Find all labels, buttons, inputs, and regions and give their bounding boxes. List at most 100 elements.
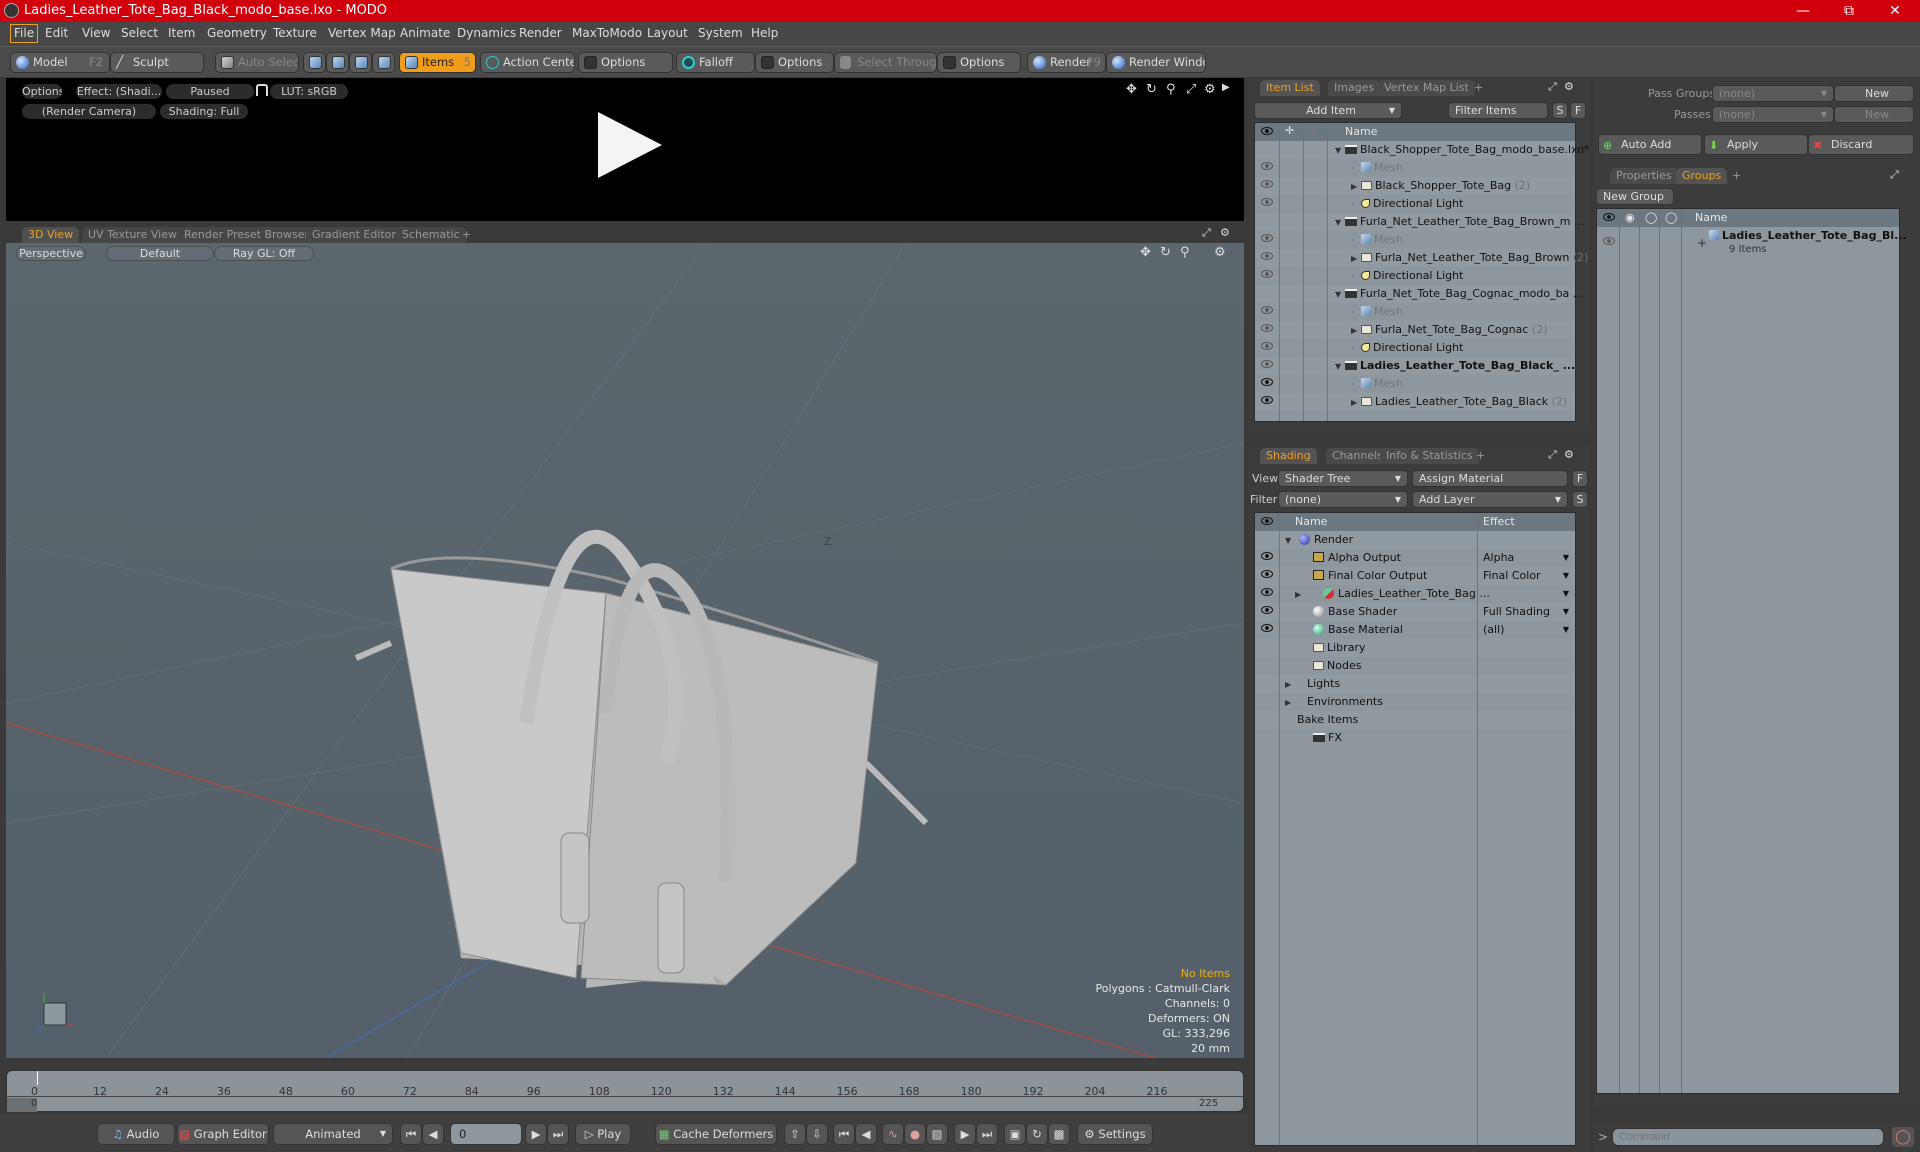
visibility-eye-icon[interactable] — [1261, 624, 1273, 632]
tab-images[interactable]: Images — [1328, 80, 1381, 96]
visibility-eye-icon[interactable] — [1603, 237, 1615, 245]
expand-arrow-icon[interactable]: ▶ — [1351, 254, 1361, 263]
menu-maxtomodo[interactable]: MaxToModo — [572, 26, 642, 40]
shader-row[interactable]: Nodes — [1255, 657, 1575, 675]
step-back-button[interactable]: ◀ — [855, 1123, 877, 1145]
effect-value[interactable]: (all) — [1483, 623, 1504, 636]
minimize-button[interactable]: — — [1780, 0, 1826, 22]
record-button[interactable]: ● — [904, 1123, 926, 1145]
render-button[interactable]: Render F9 — [1027, 52, 1106, 73]
menu-edit[interactable]: Edit — [45, 26, 68, 40]
expand-arrow-icon[interactable]: ▶ — [1285, 680, 1295, 689]
menu-help[interactable]: Help — [751, 26, 778, 40]
render-options-button[interactable]: Options — [22, 84, 62, 99]
group-row[interactable]: + Ladies_Leather_Tote_Bag_Bl... 9 Items — [1597, 227, 1907, 259]
items-mode-button[interactable]: Items 5 — [399, 52, 476, 73]
shader-row[interactable]: ▶ Ladies_Leather_Tote_Bag ... ▼ — [1255, 585, 1575, 603]
tab-properties[interactable]: Properties — [1610, 168, 1678, 184]
step-forward-button[interactable]: ▶ — [954, 1123, 976, 1145]
chevron-down-icon[interactable]: ▼ — [1563, 589, 1569, 598]
menu-texture[interactable]: Texture — [273, 26, 317, 40]
menu-dynamics[interactable]: Dynamics — [457, 26, 516, 40]
restore-button[interactable]: ⧉ — [1826, 0, 1872, 22]
maximize-icon[interactable]: ⤢ — [1548, 448, 1557, 462]
menu-select[interactable]: Select — [121, 26, 158, 40]
action-center-button[interactable]: Action Center — [480, 52, 575, 73]
auto-select-button[interactable]: Auto Select — [215, 52, 299, 73]
menu-view[interactable]: View — [82, 26, 110, 40]
expand-arrow-icon[interactable]: ▶ — [1351, 182, 1361, 191]
item-row[interactable]: ▼ Black_Shopper_Tote_Bag_modo_base.lxo* — [1255, 141, 1589, 159]
prev-key-button[interactable]: ◀ — [422, 1123, 444, 1145]
render-pause-button[interactable]: Paused — [166, 84, 254, 99]
prev-keyframe-button[interactable]: ⏮ — [833, 1123, 855, 1145]
3d-viewport[interactable]: Perspective Default Ray GL: Off ✥ ↻ ⚲ ⚙ — [6, 243, 1244, 1058]
settings-button[interactable]: ⚙ Settings — [1077, 1123, 1153, 1145]
effect-value[interactable]: Full Shading — [1483, 605, 1550, 618]
s-button[interactable]: S — [1572, 491, 1588, 508]
groups-list[interactable]: ◉ ◯ ◯ Name + Ladies_Leather_Tote_Bag_Bl.… — [1596, 208, 1907, 1094]
record-macro-button[interactable]: ◯ — [1892, 1127, 1914, 1147]
visibility-eye-icon[interactable] — [1261, 162, 1273, 170]
visibility-eye-icon[interactable] — [1261, 378, 1273, 386]
lock-icon[interactable] — [256, 84, 268, 96]
item-row[interactable]: · Directional Light — [1255, 339, 1575, 357]
expand-arrow-icon[interactable]: ▶ — [1285, 698, 1295, 707]
expand-arrow-icon[interactable]: ▶ — [1351, 326, 1361, 335]
add-item-dropdown[interactable]: Add Item ▼ — [1254, 102, 1402, 119]
effect-value[interactable]: Final Color — [1483, 569, 1541, 582]
visibility-eye-icon[interactable] — [1261, 234, 1273, 242]
render-window-button[interactable]: Render Window — [1106, 52, 1206, 73]
play-button[interactable]: ▷ Play — [575, 1123, 631, 1145]
polygons-mode-button[interactable] — [349, 52, 372, 73]
expand-arrow-icon[interactable]: ▶ — [1295, 590, 1305, 599]
menu-render[interactable]: Render — [519, 26, 562, 40]
last-frame-button[interactable]: ⏭ — [547, 1123, 569, 1145]
tab-uv-texture-view[interactable]: UV Texture View — [82, 227, 183, 243]
first-frame-button[interactable]: ⏮ — [400, 1123, 422, 1145]
add-layer-dropdown[interactable]: Add Layer ▼ — [1412, 491, 1568, 508]
item-row[interactable]: ▶ Furla_Net_Tote_Bag_Cognac (2) — [1255, 321, 1575, 339]
item-row[interactable]: · Directional Light — [1255, 195, 1575, 213]
assign-material-button[interactable]: Assign Material — [1412, 470, 1568, 487]
collapse-arrow-icon[interactable]: ▼ — [1335, 146, 1345, 155]
tab-groups[interactable]: Groups — [1676, 168, 1728, 184]
shader-row[interactable]: Alpha Output Alpha ▼ — [1255, 549, 1575, 567]
collapse-arrow-icon[interactable]: ▼ — [1335, 362, 1345, 371]
render-effect-dropdown[interactable]: Effect: (Shadi... — [76, 84, 162, 99]
visibility-eye-icon[interactable] — [1261, 198, 1273, 206]
collapse-arrow-icon[interactable]: ▼ — [1335, 218, 1345, 227]
close-button[interactable]: ✕ — [1872, 0, 1918, 22]
maximize-icon[interactable]: ⤢ — [1548, 80, 1557, 94]
discard-button[interactable]: ✖ Discard — [1808, 134, 1914, 155]
filter-items-input[interactable]: Filter Items — [1448, 102, 1548, 119]
apply-button[interactable]: ⬇ Apply — [1704, 134, 1808, 155]
collapse-arrow-icon[interactable]: ▼ — [1335, 290, 1345, 299]
move-view-icon[interactable]: ✥ — [1126, 82, 1137, 97]
select-through-options-button[interactable]: Options — [937, 52, 1021, 73]
auto-key-button[interactable]: ∿ — [882, 1123, 904, 1145]
add-tab-button[interactable]: + — [1470, 448, 1491, 464]
shader-row[interactable]: ▶ Lights — [1255, 675, 1575, 693]
shader-row[interactable]: Base Material (all) ▼ — [1255, 621, 1575, 639]
key-down-button[interactable]: ⇩ — [806, 1123, 828, 1145]
visibility-eye-icon[interactable] — [1261, 396, 1273, 404]
item-row[interactable]: · Directional Light — [1255, 267, 1575, 285]
visibility-eye-icon[interactable] — [1261, 324, 1273, 332]
pass-groups-dropdown[interactable]: (none) ▼ — [1712, 85, 1834, 102]
item-row[interactable]: · Mesh — [1255, 375, 1575, 393]
menu-vertex-map[interactable]: Vertex Map — [328, 26, 396, 40]
maximize-icon[interactable]: ⤢ — [1202, 226, 1211, 240]
cache-deformers-button[interactable]: ▦ Cache Deformers — [655, 1123, 777, 1145]
model-mode-button[interactable]: Model F2 — [10, 52, 110, 73]
tab-item-list[interactable]: Item List — [1260, 80, 1320, 96]
visibility-eye-icon[interactable] — [1261, 270, 1273, 278]
expand-arrow-icon[interactable]: ▶ — [1351, 398, 1361, 407]
menu-system[interactable]: System — [698, 26, 743, 40]
current-frame-marker[interactable] — [37, 1071, 38, 1085]
tab-3d-view[interactable]: 3D View — [22, 227, 80, 243]
tab-shading[interactable]: Shading — [1260, 448, 1317, 464]
shader-row[interactable]: ▶ Environments — [1255, 693, 1575, 711]
frame-input[interactable]: 0 — [450, 1123, 522, 1145]
vertices-mode-button[interactable] — [303, 52, 326, 73]
